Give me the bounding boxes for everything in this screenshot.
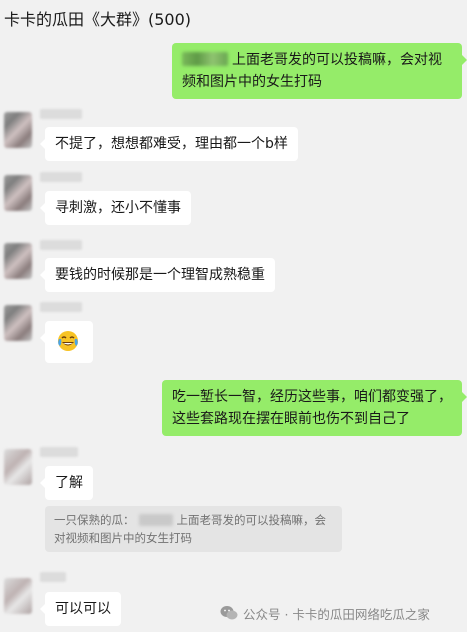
sender-avatar[interactable] (4, 305, 32, 341)
sender-avatar[interactable] (4, 112, 32, 148)
sender-name-blur (40, 447, 78, 457)
watermark: 公众号 · 卡卡的瓜田网络吃瓜之家 (220, 601, 430, 625)
sender-name-blur (40, 172, 82, 182)
wechat-official-account-icon (220, 606, 238, 620)
message-text: 可以可以 (55, 601, 111, 617)
sender-name-blur (40, 240, 82, 250)
sender-avatar[interactable] (4, 243, 32, 279)
chat-title: 卡卡的瓜田《大群》(500) (4, 10, 192, 29)
sender-name-blur (40, 109, 82, 119)
quote-sender: 一只保熟的瓜： (54, 513, 135, 527)
message-text: 寻刺激，还小不懂事 (55, 200, 181, 216)
incoming-message-bubble[interactable]: 寻刺激，还小不懂事 (40, 191, 191, 225)
message-text: 吃一堑长一智，经历这些事，咱们都变强了，这些套路现在摆在眼前也伤不到自己了 (172, 389, 452, 427)
message-text: 要钱的时候那是一个理智成熟稳重 (55, 267, 265, 283)
crying-laughing-face-icon (57, 330, 79, 352)
redacted-name-blur (182, 52, 228, 66)
watermark-text: 公众号 · 卡卡的瓜田网络吃瓜之家 (243, 606, 430, 622)
incoming-message-bubble[interactable]: 不提了，想想都难受，理由都一个b样 (40, 127, 298, 161)
outgoing-message-bubble[interactable]: 上面老哥发的可以投稿嘛，会对视频和图片中的女生打码 (172, 43, 467, 99)
incoming-message-bubble[interactable]: 了解 (40, 466, 93, 500)
outgoing-message-bubble[interactable]: 吃一堑长一智，经历这些事，咱们都变强了，这些套路现在摆在眼前也伤不到自己了 (162, 380, 467, 436)
message-text: 不提了，想想都难受，理由都一个b样 (55, 136, 288, 152)
chat-title-bar: 卡卡的瓜田《大群》(500) (0, 0, 467, 36)
sender-avatar[interactable] (4, 578, 32, 614)
sender-avatar[interactable] (4, 175, 32, 211)
sender-avatar[interactable] (4, 449, 32, 485)
quoted-message[interactable]: 一只保熟的瓜： 上面老哥发的可以投稿嘛，会对视频和图片中的女生打码 (45, 506, 342, 552)
message-text: 了解 (55, 475, 83, 491)
incoming-message-bubble[interactable]: 可以可以 (40, 592, 121, 626)
sender-name-blur (40, 572, 66, 582)
incoming-message-bubble[interactable]: 要钱的时候那是一个理智成熟稳重 (40, 258, 275, 292)
sender-name-blur (40, 302, 82, 312)
incoming-emoji-bubble[interactable] (40, 321, 93, 363)
redacted-name-blur (138, 514, 173, 526)
